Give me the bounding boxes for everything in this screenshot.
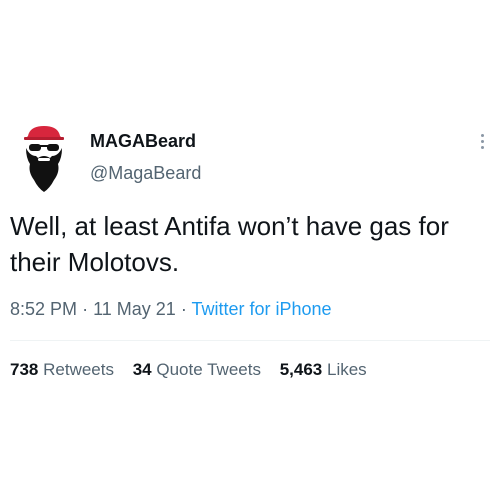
tweet-stats: 738 Retweets 34 Quote Tweets 5,463 Likes bbox=[10, 358, 381, 382]
retweets-stat[interactable]: 738 Retweets bbox=[10, 360, 119, 379]
author-display-name[interactable]: MAGABeard bbox=[90, 130, 201, 152]
tweet-source-link[interactable]: Twitter for iPhone bbox=[192, 299, 332, 319]
avatar[interactable] bbox=[16, 122, 72, 194]
meta-separator: · bbox=[82, 299, 89, 319]
quote-tweets-count: 34 bbox=[132, 360, 152, 379]
tweet-meta: 8:52 PM · 11 May 21 · Twitter for iPhone bbox=[10, 297, 332, 321]
more-vertical-icon[interactable] bbox=[478, 134, 486, 156]
sunglasses-icon bbox=[29, 144, 59, 151]
quote-tweets-label: Quote Tweets bbox=[156, 360, 261, 379]
tweet-time[interactable]: 8:52 PM bbox=[10, 299, 77, 319]
meta-separator: · bbox=[180, 299, 187, 319]
beard-icon bbox=[26, 148, 62, 192]
author-handle[interactable]: @MagaBeard bbox=[90, 162, 201, 184]
tweet-date[interactable]: 11 May 21 bbox=[93, 299, 176, 319]
likes-count: 5,463 bbox=[279, 360, 323, 379]
tweet-text: Well, at least Antifa won’t have gas for… bbox=[10, 211, 449, 277]
retweets-count: 738 bbox=[10, 360, 39, 379]
retweets-label: Retweets bbox=[43, 360, 114, 379]
author-block: MAGABeard @MagaBeard bbox=[90, 130, 201, 184]
divider bbox=[10, 340, 490, 341]
likes-stat[interactable]: 5,463 Likes bbox=[280, 360, 367, 379]
tweet-card: MAGABeard @MagaBeard Well, at least Anti… bbox=[0, 0, 500, 500]
quote-tweets-stat[interactable]: 34 Quote Tweets bbox=[133, 360, 266, 379]
red-cap-icon bbox=[26, 126, 62, 138]
likes-label: Likes bbox=[326, 360, 367, 379]
